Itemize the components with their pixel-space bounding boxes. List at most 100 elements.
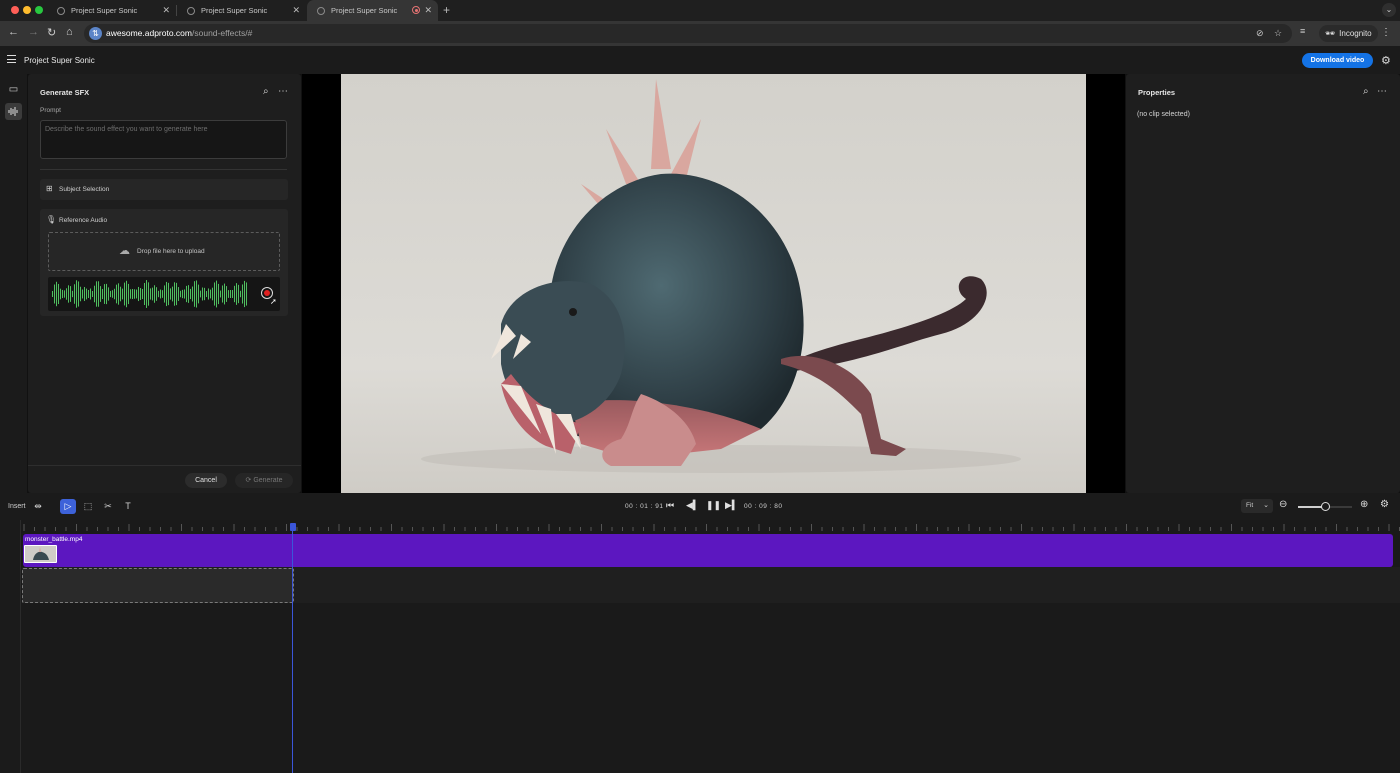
search-icon[interactable]: ⌕: [1363, 86, 1369, 97]
panel-title: Generate SFX: [40, 88, 90, 97]
forward-arrow-icon[interactable]: →: [28, 26, 39, 38]
reference-audio-section: 🎙 Reference Audio ☁ Drop file here to up…: [40, 209, 288, 316]
waveform-bars: [52, 280, 247, 308]
prompt-label: Prompt: [40, 107, 61, 114]
tab-favicon-icon: [317, 6, 325, 15]
skip-back-icon[interactable]: ⏮: [666, 500, 674, 511]
generate-sfx-panel: Generate SFX ⌕ ⋯ Prompt Describe the sou…: [28, 74, 301, 493]
pause-icon[interactable]: ❚❚: [706, 500, 721, 511]
upload-dropzone[interactable]: ☁ Drop file here to upload: [48, 232, 280, 271]
chevron-down-icon: ⌄: [1263, 502, 1269, 509]
tab-title: Project Super Sonic: [71, 6, 138, 15]
dropzone-label: Drop file here to upload: [137, 248, 205, 255]
app-header: Project Super Sonic Download video ⚙: [0, 46, 1400, 74]
time-ruler[interactable]: [22, 520, 1400, 532]
address-bar[interactable]: ⇅ awesome.adproto.com/sound-effects/# ⊘ …: [84, 24, 1292, 43]
clip-name: monster_battle.mp4: [25, 536, 83, 543]
cut-tool-icon[interactable]: ✂: [100, 499, 116, 514]
gear-icon[interactable]: ⚙: [1381, 54, 1391, 67]
properties-panel: Properties ⌕ ⋯ (no clip selected): [1126, 74, 1400, 493]
trim-tool-icon[interactable]: ⬚: [80, 499, 96, 514]
more-options-icon[interactable]: ⋯: [1377, 86, 1387, 97]
prompt-placeholder: Describe the sound effect you want to ge…: [45, 126, 208, 133]
site-info-icon[interactable]: ⇅: [89, 27, 102, 40]
incognito-badge[interactable]: 🕶 Incognito: [1319, 25, 1378, 42]
back-arrow-icon[interactable]: ←: [8, 26, 19, 38]
subject-selection-icon: ⊞: [46, 184, 53, 193]
tab-title: Project Super Sonic: [331, 6, 398, 15]
playhead[interactable]: [292, 525, 293, 773]
insert-mode-icon[interactable]: ⇹: [30, 499, 46, 514]
eye-off-icon[interactable]: ⊘: [1256, 28, 1264, 39]
close-window-button[interactable]: [11, 6, 19, 14]
step-forward-icon[interactable]: ▶▍: [725, 500, 739, 511]
video-frame[interactable]: [341, 74, 1086, 493]
browser-tab-3-active[interactable]: Project Super Sonic ✕: [307, 0, 438, 21]
zoom-fit-dropdown[interactable]: Fit ⌄: [1241, 499, 1273, 513]
prompt-textarea[interactable]: Describe the sound effect you want to ge…: [40, 120, 287, 159]
audio-waveform[interactable]: ➚: [48, 277, 280, 311]
video-preview-area: [302, 74, 1125, 493]
microphone-icon: 🎙: [46, 215, 57, 224]
close-tab-icon[interactable]: ✕: [424, 5, 432, 16]
monster-creature-image: [421, 79, 1021, 473]
close-tab-icon[interactable]: ✕: [292, 5, 300, 16]
divider: [28, 465, 301, 466]
maximize-window-button[interactable]: [35, 6, 43, 14]
search-icon[interactable]: ⌕: [263, 86, 269, 97]
browser-tab-2[interactable]: Project Super Sonic ✕: [177, 0, 306, 21]
browser-tab-1[interactable]: Project Super Sonic ✕: [47, 0, 176, 21]
cancel-button[interactable]: Cancel: [185, 473, 227, 488]
more-options-icon[interactable]: ⋯: [278, 86, 288, 97]
hamburger-menu-icon[interactable]: [7, 55, 16, 64]
zoom-slider[interactable]: [1298, 502, 1352, 511]
tab-favicon-icon: [57, 6, 65, 15]
select-tool-icon[interactable]: ▷: [60, 499, 76, 514]
generate-button[interactable]: ⟳ Generate: [235, 473, 293, 488]
generate-label: Generate: [253, 477, 283, 484]
tab-search-chevron-icon[interactable]: ⌄: [1382, 3, 1396, 17]
url-text[interactable]: awesome.adproto.com/sound-effects/#: [106, 28, 252, 38]
subject-selection-label: Subject Selection: [59, 186, 110, 193]
download-video-button[interactable]: Download video: [1302, 53, 1373, 68]
media-controls-icon[interactable]: ≡: [1300, 26, 1305, 36]
panel-title: Properties: [1138, 88, 1176, 97]
clip-thumbnail: [24, 545, 57, 563]
record-dot-icon: [264, 290, 270, 296]
timeline: monster_battle.mp4: [0, 520, 1400, 773]
subject-selection-button[interactable]: ⊞ Subject Selection: [40, 179, 288, 200]
home-icon[interactable]: ⌂: [66, 26, 73, 38]
minimize-window-button[interactable]: [23, 6, 31, 14]
insert-mode-label[interactable]: Insert: [8, 503, 26, 510]
recording-indicator-icon: [412, 6, 420, 14]
browser-menu-icon[interactable]: ⋮: [1381, 27, 1391, 38]
current-timecode: 00 : 01 : 91: [625, 503, 664, 510]
browser-tab-bar: Project Super Sonic ✕ Project Super Soni…: [0, 0, 1400, 21]
reload-icon[interactable]: ↻: [47, 26, 56, 39]
divider: [40, 169, 287, 170]
zoom-out-icon[interactable]: ⊖: [1279, 499, 1287, 510]
playhead-handle[interactable]: [290, 523, 296, 531]
sfx-placeholder-region[interactable]: [22, 568, 294, 603]
browser-toolbar: ← → ↻ ⌂ ⇅ awesome.adproto.com/sound-effe…: [0, 21, 1400, 46]
zoom-in-icon[interactable]: ⊕: [1360, 499, 1368, 510]
video-clip[interactable]: monster_battle.mp4: [23, 534, 1393, 567]
cloud-upload-icon: ☁: [119, 245, 130, 257]
fit-label: Fit: [1246, 502, 1254, 509]
new-tab-button[interactable]: +: [443, 3, 450, 17]
track-header-column: [0, 520, 21, 773]
timeline-toolbar: Insert ⇹ ▷ ⬚ ✂ T 00 : 01 : 91 ⏮ ◀▍ ❚❚ ▶▍…: [0, 493, 1400, 520]
step-back-icon[interactable]: ◀▍: [686, 500, 700, 511]
incognito-icon: 🕶: [1325, 29, 1336, 38]
zoom-slider-handle[interactable]: [1320, 502, 1330, 511]
gear-icon[interactable]: ⚙: [1380, 499, 1389, 510]
tab-favicon-icon: [187, 6, 195, 15]
project-title: Project Super Sonic: [24, 56, 95, 65]
bookmark-star-icon[interactable]: ☆: [1274, 28, 1282, 39]
reference-audio-label: Reference Audio: [59, 217, 108, 224]
close-tab-icon[interactable]: ✕: [162, 5, 170, 16]
tab-title: Project Super Sonic: [201, 6, 268, 15]
audio-waveform-icon[interactable]: [5, 103, 22, 120]
text-tool-icon[interactable]: T: [120, 499, 136, 514]
media-icon[interactable]: ▭: [5, 81, 22, 98]
